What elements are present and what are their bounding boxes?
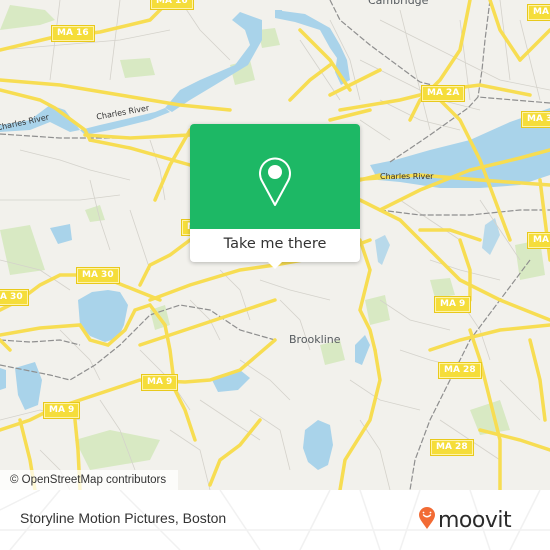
popup-header[interactable]	[190, 124, 360, 229]
road-shield: MA 9	[42, 402, 81, 419]
place-label-cambridge: Cambridge	[368, 0, 429, 7]
location-popup: Take me there	[190, 124, 360, 269]
river-label: Charles River	[380, 172, 434, 181]
road-shield: MA	[527, 4, 550, 21]
road-shield: MA 30	[0, 289, 29, 306]
road-shield: MA 9	[140, 374, 179, 391]
road-shield: MA 28	[438, 362, 482, 379]
moovit-pin-icon	[418, 506, 436, 535]
footer-bar: Storyline Motion Pictures, Boston moovit	[0, 490, 550, 550]
brand-name: moovit	[438, 507, 512, 533]
map-attribution[interactable]: © OpenStreetMap contributors	[0, 470, 179, 490]
road-shield: MA 2A	[420, 85, 466, 102]
road-shield: MA 16	[51, 25, 95, 42]
road-shield: MA 3	[520, 111, 550, 128]
take-me-there-button[interactable]: Take me there	[190, 229, 360, 262]
road-shield: MA 16	[150, 0, 194, 10]
place-label-brookline: Brookline	[289, 333, 341, 346]
road-shield: MA 30	[76, 267, 120, 284]
road-shield: MA	[527, 232, 550, 249]
location-title: Storyline Motion Pictures, Boston	[20, 510, 227, 526]
road-shield: MA 9	[433, 296, 472, 313]
road-shield: MA 28	[430, 439, 474, 456]
moovit-logo[interactable]: moovit	[418, 506, 512, 535]
map-view[interactable]: Cambridge Brookline Charles River Charle…	[0, 0, 550, 490]
map-pin-icon	[257, 154, 293, 213]
popup-pointer	[267, 261, 283, 269]
